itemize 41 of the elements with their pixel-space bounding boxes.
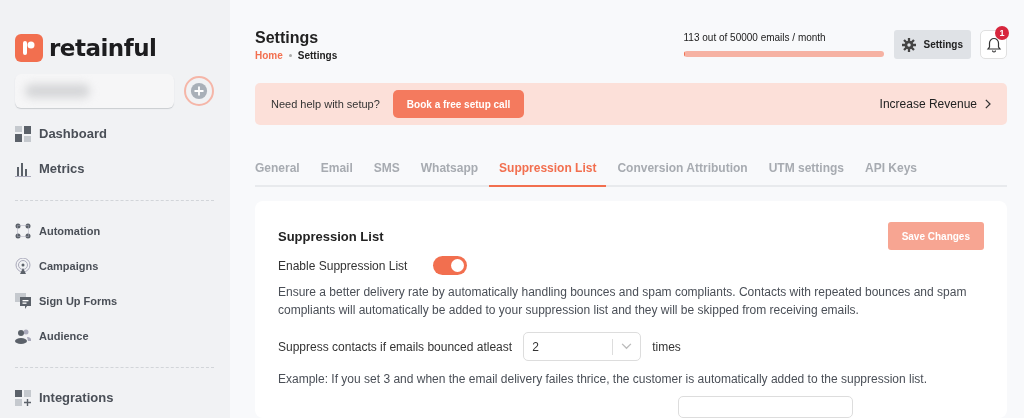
add-icon[interactable]: [184, 76, 214, 106]
bell-icon: [985, 36, 1002, 53]
logo-icon: [15, 34, 43, 62]
toggle-switch[interactable]: [433, 256, 468, 275]
bounce-label: Suppress contacts if emails bounced atleast: [278, 339, 513, 354]
gear-icon: [901, 37, 916, 52]
nav-item[interactable]: Integrations: [15, 380, 214, 415]
nav-item[interactable]: Automation: [15, 213, 214, 248]
card-title: Suppression List: [278, 228, 384, 244]
increase-revenue-link[interactable]: Increase Revenue: [879, 97, 991, 112]
breadcrumb-current: Settings: [297, 49, 338, 61]
chevron-right-icon: [984, 99, 991, 110]
add-grid-icon: [15, 389, 31, 406]
notification-badge: 1: [995, 26, 1009, 41]
dashboard-icon: [15, 125, 31, 142]
nav-item[interactable]: Sign Up Forms: [15, 283, 214, 318]
toggle-label: Enable Suppression List: [278, 258, 408, 273]
people-icon: [15, 327, 31, 344]
chevron-down-icon: [621, 343, 633, 350]
breadcrumb-link[interactable]: Home: [255, 49, 283, 61]
settings-tab[interactable]: Suppression List: [489, 150, 607, 187]
nodes-icon: [15, 222, 31, 239]
nav-item[interactable]: Audience: [15, 318, 214, 353]
nav-item[interactable]: Campaigns: [15, 248, 214, 283]
bounce-select[interactable]: 2: [523, 332, 642, 361]
logo-text: retainful: [49, 35, 157, 61]
input-field[interactable]: [678, 396, 853, 418]
nav-item[interactable]: Metrics: [15, 151, 214, 186]
nav-item[interactable]: Dashboard: [15, 116, 214, 151]
usage-text: 113 out of 50000 emails / month: [683, 32, 827, 44]
bar-chart-icon: [15, 160, 31, 177]
example-text: Example: If you set 3 and when the email delivery failes thrice, the customer is automatically added to the suppression list.: [278, 371, 928, 388]
broadcast-icon: [15, 257, 31, 274]
times-label: times: [652, 339, 681, 354]
settings-button[interactable]: Settings: [893, 30, 971, 60]
page-title: Settings: [255, 28, 320, 47]
book-call-button[interactable]: Book a free setup call: [392, 90, 525, 119]
description-text: Ensure a better delivery rate by automatically handling bounces and spam compliants. Contacts with repeated bounces and spam compliants will automatically be added to your suppression list and they will be skipped from receiving emails.: [278, 284, 968, 319]
chat-icon: [15, 292, 31, 309]
banner-text: Need help with setup?: [271, 98, 380, 111]
store-selector[interactable]: [15, 74, 175, 108]
